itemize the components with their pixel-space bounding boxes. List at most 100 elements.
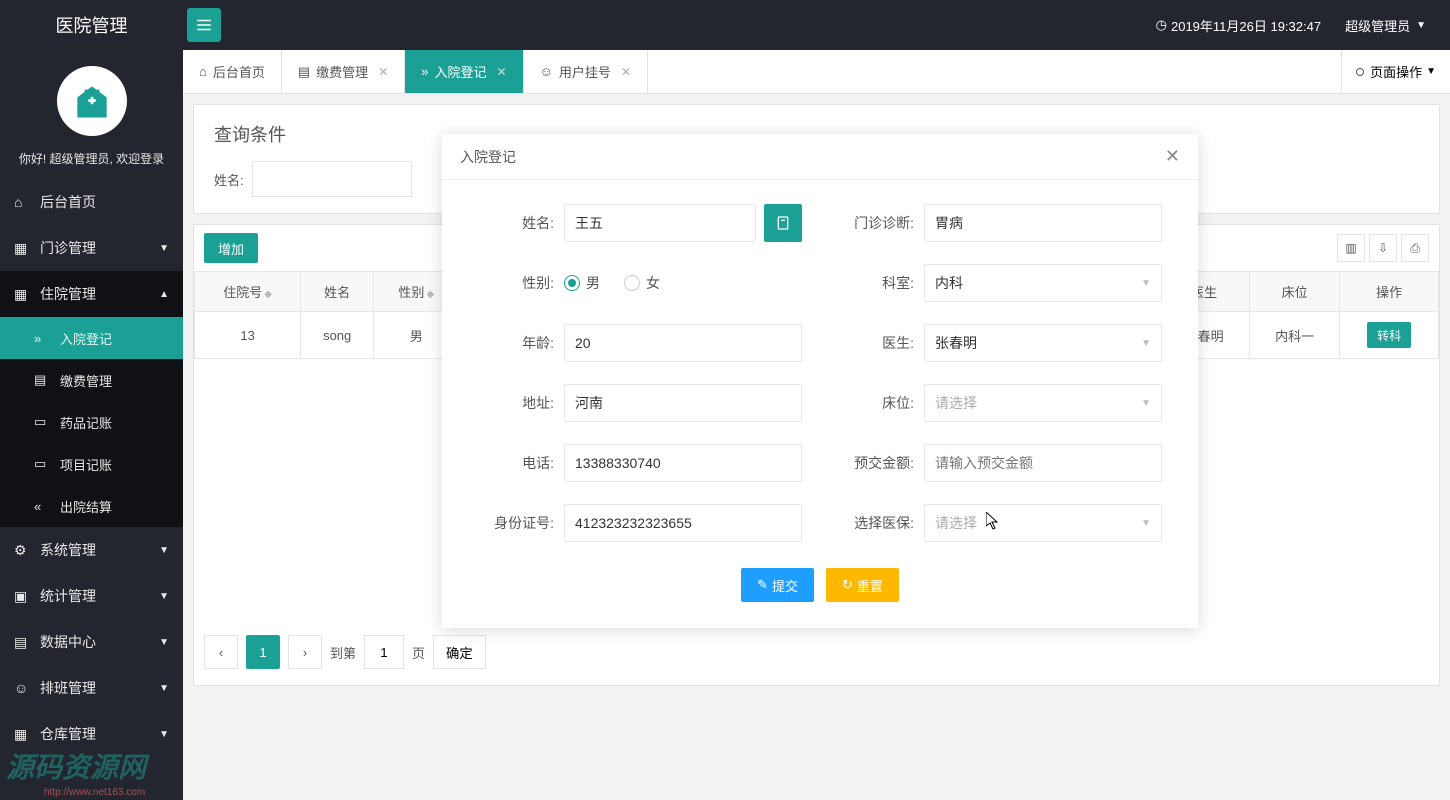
- label-doctor: 医生:: [838, 333, 924, 353]
- close-icon[interactable]: ✕: [378, 65, 388, 79]
- double-left-icon: «: [34, 499, 52, 514]
- sidebar-item-data[interactable]: ▤ 数据中心 ▼: [0, 619, 183, 665]
- chevron-up-icon: ▲: [159, 289, 169, 300]
- next-page-button[interactable]: ›: [288, 635, 322, 669]
- diagnosis-input[interactable]: [924, 204, 1162, 242]
- sidebar-item-outpatient[interactable]: ▦ 门诊管理 ▼: [0, 225, 183, 271]
- double-right-icon: »: [421, 64, 428, 79]
- label-address: 地址:: [478, 393, 564, 413]
- cell-name: song: [301, 312, 374, 359]
- tab-admission[interactable]: » 入院登记 ✕: [405, 50, 523, 93]
- address-input[interactable]: [564, 384, 802, 422]
- sidebar-item-project-billing[interactable]: ▭ 项目记账: [0, 443, 183, 485]
- gender-female-radio[interactable]: 女: [624, 273, 660, 293]
- label-department: 科室:: [838, 273, 924, 293]
- tab-bar: ⌂ 后台首页 ▤ 缴费管理 ✕ » 入院登记 ✕ ☺ 用户挂号 ✕ 页面操作 ▼: [183, 50, 1450, 94]
- sidebar-item-drug-billing[interactable]: ▭ 药品记账: [0, 401, 183, 443]
- label-name: 姓名:: [478, 213, 564, 233]
- sidebar-item-schedule[interactable]: ☺ 排班管理 ▼: [0, 665, 183, 711]
- sidebar-item-payment[interactable]: ▤ 缴费管理: [0, 359, 183, 401]
- chevron-down-icon: ▼: [1141, 278, 1151, 289]
- name-input[interactable]: [564, 204, 756, 242]
- page-ops-menu[interactable]: 页面操作 ▼: [1341, 50, 1450, 93]
- book-icon: ▭: [34, 414, 52, 430]
- lookup-button[interactable]: [764, 204, 802, 242]
- radio-unchecked-icon: [624, 275, 640, 291]
- label-insurance: 选择医保:: [838, 513, 924, 533]
- label-gender: 性别:: [478, 273, 564, 293]
- page-jump-confirm[interactable]: 确定: [433, 635, 486, 669]
- sidebar-item-system[interactable]: ⚙ 系统管理 ▼: [0, 527, 183, 573]
- sort-icon: ◆: [264, 289, 272, 300]
- avatar: [57, 66, 127, 136]
- transfer-button[interactable]: 转科: [1367, 322, 1411, 348]
- doc-icon: ▤: [298, 64, 310, 80]
- chevron-down-icon: ▼: [159, 591, 169, 602]
- export-icon[interactable]: ⇩: [1369, 234, 1397, 262]
- label-bed: 床位:: [838, 393, 924, 413]
- department-select[interactable]: 内科 ▼: [924, 264, 1162, 302]
- label-prepay: 预交金额:: [838, 453, 924, 473]
- tab-home[interactable]: ⌂ 后台首页: [183, 50, 282, 93]
- close-icon[interactable]: ✕: [497, 65, 507, 79]
- circle-icon: [1356, 68, 1364, 76]
- search-name-input[interactable]: [252, 161, 412, 197]
- top-header: 医院管理 ◷ 2019年11月26日 19:32:47 超级管理员 ▼: [0, 0, 1450, 50]
- print-icon[interactable]: ⎙: [1401, 234, 1429, 262]
- sidebar-item-stats[interactable]: ▣ 统计管理 ▼: [0, 573, 183, 619]
- reset-button[interactable]: ↻ 重置: [826, 568, 899, 602]
- prev-page-button[interactable]: ‹: [204, 635, 238, 669]
- menu-icon: [195, 16, 213, 34]
- col-name[interactable]: 姓名: [301, 272, 374, 312]
- cell-bed: 内科一: [1249, 312, 1340, 359]
- home-icon: ⌂: [14, 194, 32, 210]
- submit-button[interactable]: ✎ 提交: [741, 568, 814, 602]
- note-icon: [775, 215, 791, 231]
- col-action[interactable]: 操作: [1340, 272, 1439, 312]
- tab-payment[interactable]: ▤ 缴费管理 ✕: [282, 50, 405, 93]
- tab-register[interactable]: ☺ 用户挂号 ✕: [524, 50, 648, 93]
- grid-icon: ▦: [14, 240, 32, 257]
- chevron-down-icon: ▼: [1426, 66, 1436, 77]
- menu-toggle-button[interactable]: [187, 8, 221, 42]
- prepay-input[interactable]: [924, 444, 1162, 482]
- pagination-go-prefix: 到第: [330, 643, 356, 662]
- insurance-select[interactable]: 请选择 ▼: [924, 504, 1162, 542]
- bed-select[interactable]: 请选择 ▼: [924, 384, 1162, 422]
- app-title: 医院管理: [0, 12, 183, 38]
- age-input[interactable]: [564, 324, 802, 362]
- sidebar-item-admission[interactable]: » 入院登记: [0, 317, 183, 359]
- close-icon[interactable]: ✕: [1165, 146, 1180, 167]
- add-button[interactable]: 增加: [204, 233, 258, 263]
- chevron-down-icon: ▼: [159, 729, 169, 740]
- label-diagnosis: 门诊诊断:: [838, 213, 924, 233]
- radio-checked-icon: [564, 275, 580, 291]
- monitor-icon: ▣: [14, 588, 32, 605]
- sort-icon: ◆: [426, 289, 434, 300]
- header-user-menu[interactable]: 超级管理员 ▼: [1345, 16, 1426, 35]
- close-icon[interactable]: ✕: [621, 65, 631, 79]
- doctor-select[interactable]: 张春明 ▼: [924, 324, 1162, 362]
- chevron-down-icon: ▼: [1416, 20, 1426, 31]
- columns-icon[interactable]: ▥: [1337, 234, 1365, 262]
- person-icon: ☺: [540, 64, 553, 79]
- chevron-down-icon: ▼: [159, 545, 169, 556]
- sidebar-item-discharge[interactable]: « 出院结算: [0, 485, 183, 527]
- sidebar-item-home[interactable]: ⌂ 后台首页: [0, 179, 183, 225]
- page-1-button[interactable]: 1: [246, 635, 280, 669]
- sidebar-item-warehouse[interactable]: ▦ 仓库管理 ▼: [0, 711, 183, 757]
- grid-icon: ▦: [14, 286, 32, 303]
- double-right-icon: »: [34, 331, 52, 346]
- page-jump-input[interactable]: [364, 635, 404, 669]
- col-id[interactable]: 住院号◆: [195, 272, 301, 312]
- cell-id: 13: [195, 312, 301, 359]
- idcard-input[interactable]: [564, 504, 802, 542]
- sidebar-item-inpatient[interactable]: ▦ 住院管理 ▲: [0, 271, 183, 317]
- modal-title: 入院登记: [460, 147, 516, 167]
- submenu-inpatient: » 入院登记 ▤ 缴费管理 ▭ 药品记账 ▭ 项目记账 « 出院结算: [0, 317, 183, 527]
- col-bed[interactable]: 床位: [1249, 272, 1340, 312]
- doc-icon: ▤: [34, 372, 52, 388]
- phone-input[interactable]: [564, 444, 802, 482]
- gender-male-radio[interactable]: 男: [564, 273, 600, 293]
- admission-modal: 入院登记 ✕ 姓名: 门诊诊断: 性别:: [442, 134, 1198, 628]
